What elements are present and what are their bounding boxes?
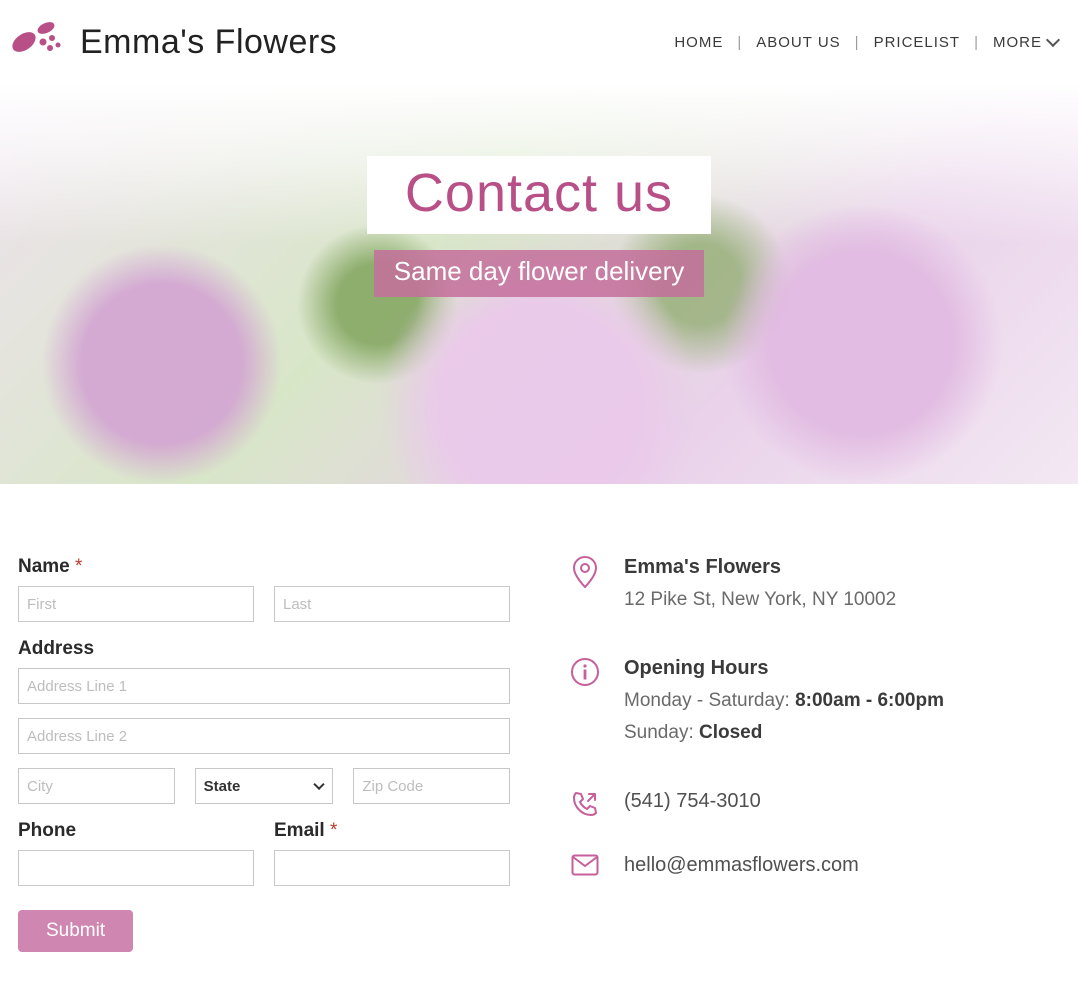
content-section: Name * Address State Phone (0, 484, 1078, 992)
phone-input[interactable] (18, 850, 254, 886)
state-select[interactable]: State (195, 768, 334, 804)
last-name-input[interactable] (274, 586, 510, 622)
email-address: hello@emmasflowers.com (624, 854, 1060, 877)
zip-input[interactable] (353, 768, 510, 804)
address-line1-input[interactable] (18, 668, 510, 704)
email-input[interactable] (274, 850, 510, 886)
hours-block: Opening Hours Monday - Saturday: 8:00am … (570, 657, 1060, 754)
required-mark: * (75, 556, 82, 577)
business-info: Emma's Flowers 12 Pike St, New York, NY … (570, 556, 1060, 952)
business-address: 12 Pike St, New York, NY 10002 (624, 589, 1060, 611)
location-block: Emma's Flowers 12 Pike St, New York, NY … (570, 556, 1060, 621)
hero-title-box: Contact us (367, 156, 711, 234)
hours-sunday: Sunday: Closed (624, 722, 1060, 744)
contact-form: Name * Address State Phone (18, 556, 510, 952)
email-label: Email * (274, 820, 510, 842)
main-nav: HOME | ABOUT US | PRICELIST | MORE (672, 30, 1060, 55)
location-pin-icon (570, 556, 600, 621)
hours-weekday: Monday - Saturday: 8:00am - 6:00pm (624, 690, 1060, 712)
phone-number: (541) 754-3010 (624, 790, 1060, 813)
page-title: Contact us (405, 162, 673, 224)
first-name-input[interactable] (18, 586, 254, 622)
nav-separator: | (843, 34, 872, 51)
address-line2-input[interactable] (18, 718, 510, 754)
state-select-wrap: State (195, 768, 334, 804)
phone-label: Phone (18, 820, 254, 842)
phone-block: (541) 754-3010 (570, 790, 1060, 818)
info-icon (570, 657, 600, 754)
hours-title: Opening Hours (624, 657, 1060, 680)
nav-separator: | (962, 34, 991, 51)
nav-about[interactable]: ABOUT US (754, 30, 842, 55)
chevron-down-icon (1046, 33, 1060, 47)
envelope-icon (570, 854, 600, 877)
business-name: Emma's Flowers (624, 556, 1060, 579)
address-label: Address (18, 638, 510, 660)
nav-pricelist[interactable]: PRICELIST (872, 30, 963, 55)
hero-subtitle-box: Same day flower delivery (374, 250, 704, 297)
phone-icon (570, 790, 600, 818)
nav-separator: | (725, 34, 754, 51)
hero-banner: Contact us Same day flower delivery (0, 84, 1078, 484)
name-label: Name * (18, 556, 510, 578)
brand: Emma's Flowers (10, 18, 337, 66)
city-input[interactable] (18, 768, 175, 804)
email-block: hello@emmasflowers.com (570, 854, 1060, 877)
site-header: Emma's Flowers HOME | ABOUT US | PRICELI… (0, 0, 1078, 84)
hero-subtitle: Same day flower delivery (394, 256, 684, 287)
site-title: Emma's Flowers (80, 23, 337, 62)
submit-button[interactable]: Submit (18, 910, 133, 952)
nav-home[interactable]: HOME (672, 30, 725, 55)
flower-logo-icon (10, 18, 66, 66)
required-mark: * (330, 820, 337, 841)
nav-more-label: MORE (993, 34, 1042, 51)
nav-more[interactable]: MORE (991, 30, 1060, 55)
